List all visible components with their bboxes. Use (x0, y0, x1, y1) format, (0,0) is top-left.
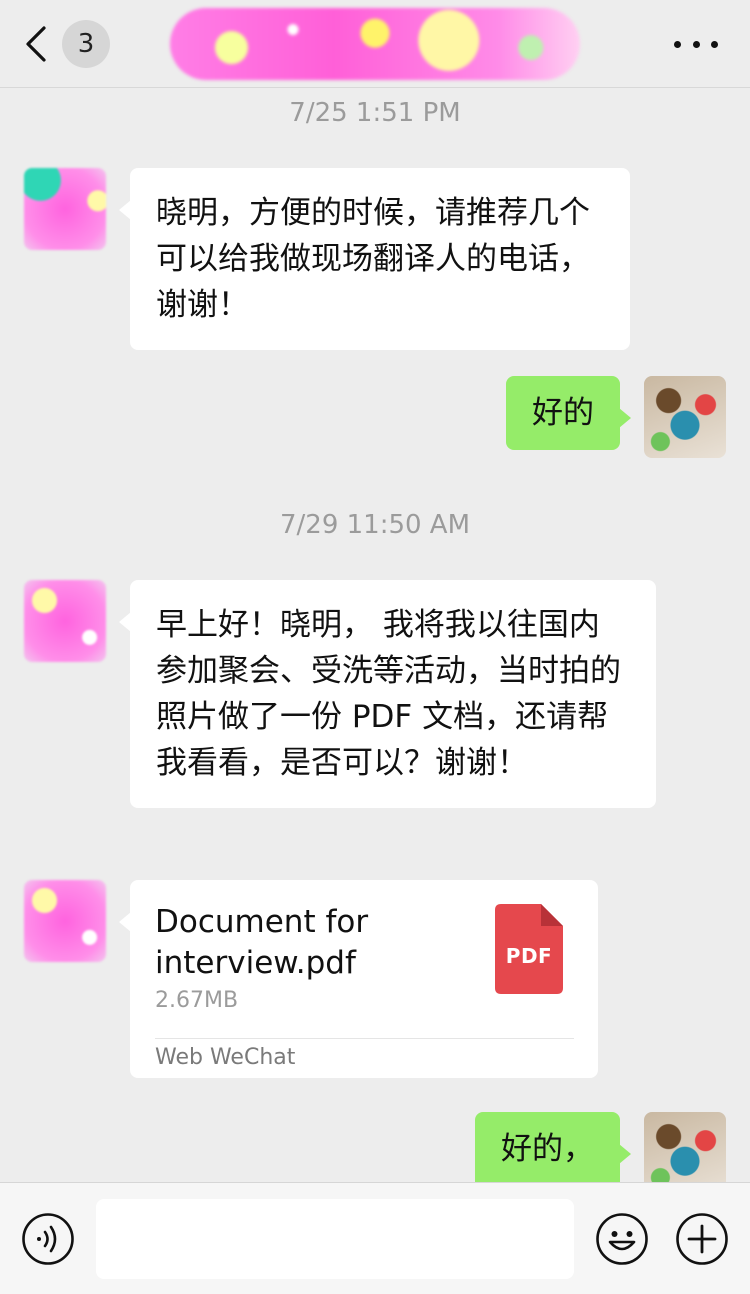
peer-avatar[interactable] (24, 168, 106, 250)
file-message-card[interactable]: Document for interview.pdf 2.67MB PDF We… (119, 880, 598, 1078)
pdf-type-label: PDF (505, 944, 553, 968)
plus-icon[interactable] (675, 1212, 729, 1266)
divider (155, 1038, 574, 1039)
self-message-bubble[interactable]: 好的 (506, 376, 631, 450)
file-source: Web WeChat (155, 1045, 296, 1070)
chevron-left-icon (26, 26, 46, 62)
timestamp: 7/29 11:50 AM (279, 510, 471, 540)
peer-message-bubble[interactable]: 早上好！晓明， 我将我以往国内参加聚会、受洗等活动，当时拍的照片做了一份 PDF… (119, 580, 656, 808)
more-dots-icon[interactable] (674, 28, 718, 60)
unread-count-badge: 3 (62, 20, 110, 68)
chat-header: 3 (0, 0, 750, 88)
file-size: 2.67MB (155, 988, 239, 1013)
peer-avatar[interactable] (24, 880, 106, 962)
message-list[interactable]: 7/25 1:51 PM 晓明，方便的时候，请推荐几个可以给我做现场翻译人的电话… (0, 88, 750, 1182)
self-message-bubble[interactable]: 好的， (475, 1112, 631, 1182)
back-button[interactable]: 3 (22, 18, 110, 70)
self-avatar[interactable] (644, 1112, 726, 1182)
file-name: Document for interview.pdf (155, 904, 369, 981)
peer-avatar[interactable] (24, 580, 106, 662)
timestamp: 7/25 1:51 PM (289, 98, 461, 128)
voice-icon[interactable] (21, 1212, 75, 1266)
emoji-icon[interactable] (595, 1212, 649, 1266)
input-bar (0, 1182, 750, 1294)
chat-title-blurred (170, 8, 580, 80)
self-avatar[interactable] (644, 376, 726, 458)
peer-message-bubble[interactable]: 晓明，方便的时候，请推荐几个可以给我做现场翻译人的电话，谢谢！ (119, 168, 630, 350)
message-input[interactable] (96, 1199, 574, 1279)
